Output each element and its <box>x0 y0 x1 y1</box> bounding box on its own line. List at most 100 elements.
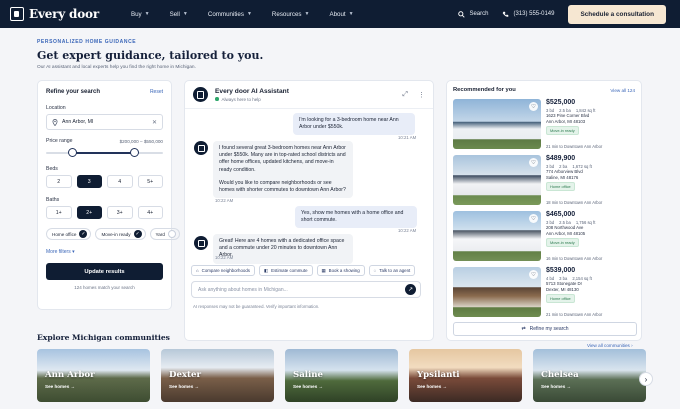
refine-search-button[interactable]: ⇄ Refine my search <box>453 322 637 336</box>
nav-buy[interactable]: Buy ▼ <box>131 11 150 18</box>
compare-neighborhoods-button[interactable]: ⌂ Compare neighborhoods <box>191 265 255 276</box>
beds-option[interactable]: 2 <box>46 175 72 188</box>
message-time: 10:22 AM <box>398 228 417 233</box>
match-count: 124 homes match your search <box>74 285 135 290</box>
message-time: 10:22 AM <box>215 198 234 203</box>
community-card[interactable]: Ann Arbor See homes → <box>37 349 150 402</box>
feature-chip-move-in-ready[interactable]: Move-in ready ✓ <box>95 228 146 240</box>
feature-chip-yard[interactable]: Yard <box>149 228 180 240</box>
listing-badge: Home office <box>546 294 575 304</box>
nav-resources[interactable]: Resources ▼ <box>272 11 310 18</box>
check-icon: ✓ <box>133 230 142 238</box>
feature-chip-home-office[interactable]: Home office ✓ <box>46 228 92 240</box>
community-name: Dexter <box>169 370 202 380</box>
top-nav: Every door Buy ▼ Sell ▼ Communities ▼ Resou… <box>0 0 680 28</box>
community-card[interactable]: Dexter See homes → <box>161 349 274 402</box>
quick-label: Compare neighborhoods <box>201 268 250 273</box>
community-card[interactable]: Saline See homes → <box>285 349 398 402</box>
send-icon[interactable]: ↗ <box>405 284 416 295</box>
listing-badge: Home office <box>546 182 575 192</box>
see-homes-link[interactable]: See homes → <box>293 384 323 389</box>
clear-icon[interactable]: ✕ <box>152 119 157 126</box>
home-icon: ⌂ <box>196 268 199 273</box>
listing-info: $539,000 4 bd 3 ba 2,154 sq ft 5713 Stonegat… <box>546 267 637 317</box>
listing-card[interactable]: ♡ $489,900 3 bd 2 ba 1,672 sq ft 774 Arborvie… <box>453 155 637 205</box>
see-homes-label: See homes <box>417 384 442 389</box>
listing-commute: 16 min to Downtown Ann Arbor <box>546 256 603 261</box>
nav-resources-label: Resources <box>271 10 302 18</box>
baths-option[interactable]: 1+ <box>46 206 72 219</box>
more-filters-link[interactable]: More filters ▾ <box>46 249 163 255</box>
listing-commute: 21 min to Downtown Ann Arbor <box>546 144 603 149</box>
beds-option[interactable]: 5+ <box>137 175 163 188</box>
listing-info: $465,000 3 bd 2.5 ba 1,756 sq ft 208 Northwo… <box>546 211 637 261</box>
view-all-link[interactable]: View all 124 <box>610 88 635 93</box>
nav-about[interactable]: About ▼ <box>329 11 353 18</box>
listing-city: Ann Arbor, MI 48105 <box>546 230 586 236</box>
page-title: Get expert guidance, tailored to you. <box>37 49 264 62</box>
feature-chips: Home office ✓ Move-in ready ✓ Yard <box>46 228 180 240</box>
bot-message: I found several great 3-bedroom homes ne… <box>213 141 353 199</box>
baths-option[interactable]: 2+ <box>76 206 102 219</box>
talk-to-agent-button[interactable]: ◌ Talk to an agent <box>368 265 416 276</box>
listing-price: $489,900 <box>546 155 576 162</box>
filter-title: Refine your search <box>46 89 101 95</box>
reset-link[interactable]: Reset <box>150 89 163 95</box>
heart-icon[interactable]: ♡ <box>529 158 538 167</box>
nav-search[interactable]: Search <box>458 10 488 18</box>
chevron-down-icon: ▼ <box>144 11 150 17</box>
view-all-communities-link[interactable]: View all communities › <box>587 343 633 348</box>
community-card[interactable]: Ypsilanti See homes → <box>409 349 522 402</box>
quick-label: Estimate commute <box>271 268 308 273</box>
price-slider[interactable] <box>46 148 163 158</box>
see-homes-link[interactable]: See homes → <box>541 384 571 389</box>
slider-max-handle[interactable] <box>129 148 139 157</box>
chat-input[interactable]: Ask anything about homes in Michigan... … <box>191 281 421 298</box>
location-input[interactable]: Ann Arbor, MI ✕ <box>46 114 163 130</box>
message-time: 10:22 AM <box>215 255 234 260</box>
arrow-right-icon: → <box>442 384 448 389</box>
beds-option[interactable]: 3 <box>76 175 102 188</box>
arrow-right-icon: → <box>194 384 200 389</box>
schedule-consultation-button[interactable]: Schedule a consultation <box>568 4 666 24</box>
nav-sell-label: Sell <box>169 10 180 18</box>
baths-option[interactable]: 4+ <box>137 206 163 219</box>
see-homes-link[interactable]: See homes → <box>417 384 447 389</box>
listing-card[interactable]: ♡ $539,000 4 bd 3 ba 2,154 sq ft 5713 Stonega… <box>453 267 637 317</box>
nav-phone-label: (313) 555-0149 <box>513 11 555 17</box>
brand-name: Every door <box>29 7 99 21</box>
assistant-avatar <box>193 87 208 102</box>
listing-card[interactable]: ♡ $465,000 3 bd 2.5 ba 1,756 sq ft 208 Northw… <box>453 211 637 261</box>
see-homes-link[interactable]: See homes → <box>169 384 199 389</box>
online-dot-icon <box>215 97 219 101</box>
page-subtitle: Our AI assistant and local experts help … <box>37 65 196 70</box>
listing-city: Dexter, MI 48130 <box>546 286 579 292</box>
recommended-panel: Recommended for you View all 124 ♡ $525,0… <box>446 80 642 341</box>
see-homes-link[interactable]: See homes → <box>45 384 75 389</box>
heart-icon[interactable]: ♡ <box>529 102 538 111</box>
listing-card[interactable]: ♡ $525,000 3 bd 2.5 ba 1,842 sq ft 1623 Pine … <box>453 99 637 149</box>
estimate-commute-button[interactable]: ◧ Estimate commute <box>259 265 313 276</box>
expand-icon[interactable]: ⤢ <box>402 91 408 99</box>
nav-communities[interactable]: Communities ▼ <box>208 11 252 18</box>
brand-logo[interactable]: Every door <box>10 7 99 21</box>
nav-sell[interactable]: Sell ▼ <box>170 11 188 18</box>
heart-icon[interactable]: ♡ <box>529 270 538 279</box>
community-name: Ypsilanti <box>417 370 460 380</box>
beds-option[interactable]: 4 <box>107 175 133 188</box>
arrow-right-icon: → <box>318 384 324 389</box>
baths-option[interactable]: 3+ <box>107 206 133 219</box>
recs-title: Recommended for you <box>453 87 516 93</box>
carousel-next-button[interactable]: › <box>639 372 653 386</box>
community-card[interactable]: Chelsea See homes → <box>533 349 646 402</box>
update-results-button[interactable]: Update results <box>46 263 163 280</box>
nav-phone[interactable]: (313) 555-0149 <box>502 11 554 18</box>
listing-photo: ♡ <box>453 155 541 205</box>
chevron-right-icon: › <box>644 374 648 384</box>
book-showing-button[interactable]: ▦ Book a showing <box>316 265 365 276</box>
slider-min-handle[interactable] <box>67 148 77 157</box>
bot-avatar <box>194 141 208 155</box>
chevron-down-icon: ▾ <box>72 249 75 255</box>
heart-icon[interactable]: ♡ <box>529 214 538 223</box>
more-vertical-icon[interactable]: ⋮ <box>418 91 425 99</box>
